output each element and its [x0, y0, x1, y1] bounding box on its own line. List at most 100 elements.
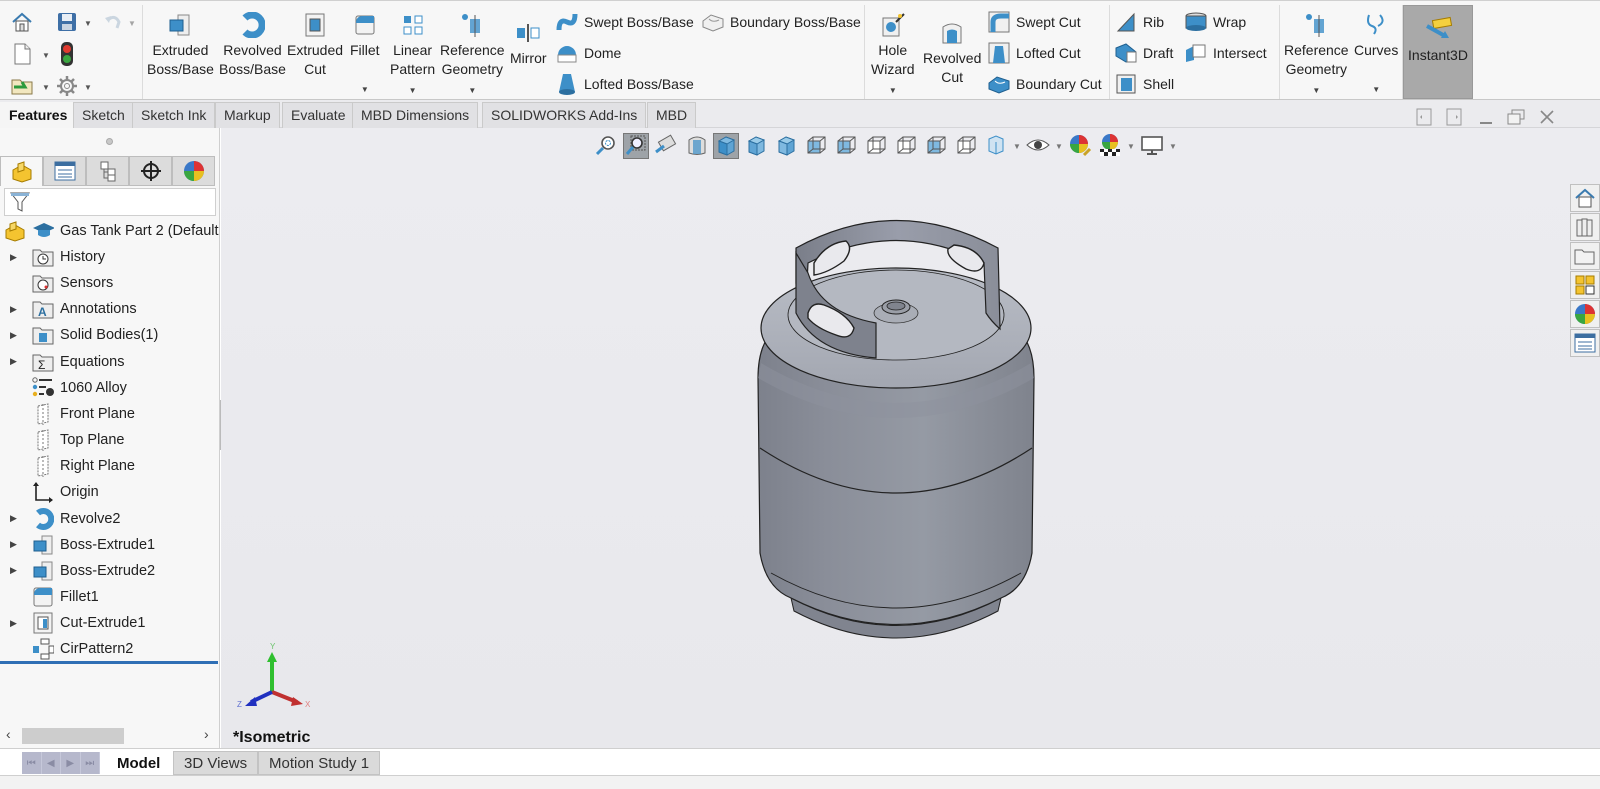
- extruded-cut-button[interactable]: Extruded Cut: [287, 11, 343, 79]
- tree-item-right-plane[interactable]: Right Plane: [0, 453, 220, 479]
- new-document-button[interactable]: [11, 43, 33, 65]
- tab-markup[interactable]: Markup: [215, 102, 280, 128]
- instant3d-button[interactable]: Instant3D: [1403, 5, 1473, 99]
- swept-boss-base-button[interactable]: Swept Boss/Base: [555, 9, 694, 35]
- tab-features[interactable]: Features: [0, 102, 77, 128]
- panel-grip[interactable]: [106, 138, 113, 145]
- curves-dropdown[interactable]: ▼: [1372, 80, 1380, 99]
- tree-item-front-plane[interactable]: Front Plane: [0, 401, 220, 427]
- minimize-button[interactable]: [1475, 106, 1497, 128]
- save-dropdown[interactable]: ▼: [84, 19, 92, 28]
- draft-button[interactable]: Draft: [1114, 40, 1173, 66]
- tab-3d-views[interactable]: 3D Views: [173, 751, 259, 775]
- hole-wizard-dropdown[interactable]: ▼: [889, 81, 897, 100]
- section-view-button[interactable]: [683, 133, 709, 159]
- tab-mbd[interactable]: MBD: [647, 102, 697, 128]
- first-tab-arrow[interactable]: ⏮: [22, 752, 42, 774]
- reference-geometry-button[interactable]: Reference Geometry ▼: [440, 11, 505, 100]
- tree-item-revolve2[interactable]: ▶ Revolve2: [0, 506, 220, 532]
- expand-arrow-icon[interactable]: ▶: [10, 304, 20, 315]
- display-style-button[interactable]: [983, 133, 1009, 159]
- apply-scene-button[interactable]: [1097, 133, 1123, 159]
- tree-item-1060-alloy[interactable]: 1060 Alloy: [0, 375, 220, 401]
- revolved-cut-button[interactable]: Revolved Cut: [923, 19, 981, 87]
- hole-wizard-button[interactable]: Hole Wizard ▼: [871, 11, 915, 100]
- tree-item-boss-extrude1[interactable]: ▶ Boss-Extrude1: [0, 532, 220, 558]
- expand-arrow-icon[interactable]: ▶: [10, 330, 20, 341]
- tree-item-cut-extrude1[interactable]: ▶ Cut-Extrude1: [0, 610, 220, 636]
- tab-sketch-ink[interactable]: Sketch Ink: [132, 102, 216, 128]
- mirror-button[interactable]: Mirror: [510, 19, 547, 68]
- tree-item-annotations[interactable]: ▶ A Annotations: [0, 296, 220, 322]
- bottom-view-button[interactable]: [893, 133, 919, 159]
- task-pane-view-palette-tab[interactable]: [1570, 271, 1600, 299]
- right-view-button[interactable]: [833, 133, 859, 159]
- revolved-boss-base-button[interactable]: Revolved Boss/Base: [219, 11, 286, 79]
- dimxpert-manager-tab[interactable]: [129, 156, 172, 186]
- prev-tab-arrow[interactable]: ◀: [42, 752, 61, 774]
- tree-item-fillet1[interactable]: Fillet1: [0, 584, 220, 610]
- dimetric-view-button[interactable]: [953, 133, 979, 159]
- previous-view-button[interactable]: [653, 133, 679, 159]
- close-button[interactable]: [1536, 106, 1558, 128]
- shell-button[interactable]: Shell: [1114, 71, 1174, 97]
- tree-item-history[interactable]: ▶ History: [0, 244, 220, 270]
- feature-manager-tab[interactable]: [0, 156, 43, 186]
- rollback-bar[interactable]: [0, 661, 218, 664]
- fillet-button[interactable]: Fillet ▼: [350, 11, 380, 99]
- trimetric-view-button[interactable]: [923, 133, 949, 159]
- open-button[interactable]: [11, 75, 33, 97]
- rebuild-button[interactable]: [56, 42, 78, 66]
- intersect-button[interactable]: Intersect: [1184, 40, 1267, 66]
- save-button[interactable]: [56, 11, 78, 33]
- tree-item-cirpattern2[interactable]: CirPattern2: [0, 636, 220, 662]
- tree-item-solid-bodies-1[interactable]: ▶ Solid Bodies(1): [0, 322, 220, 348]
- fillet-dropdown[interactable]: ▼: [361, 80, 369, 99]
- tab-mbd-dimensions[interactable]: MBD Dimensions: [352, 102, 479, 128]
- expand-arrow-icon[interactable]: ▶: [10, 539, 20, 550]
- scroll-right-arrow[interactable]: ›: [204, 726, 209, 742]
- gas-tank-model[interactable]: [736, 203, 1056, 663]
- curves-button[interactable]: Curves ▼: [1354, 11, 1398, 99]
- boundary-cut-button[interactable]: Boundary Cut: [987, 71, 1102, 97]
- expand-arrow-icon[interactable]: ▶: [10, 618, 20, 629]
- zoom-to-fit-button[interactable]: [593, 133, 619, 159]
- isometric-view-button[interactable]: [713, 133, 739, 159]
- wrap-button[interactable]: Wrap: [1184, 9, 1246, 35]
- display-style-dropdown[interactable]: ▼: [1013, 142, 1021, 151]
- expand-arrow-icon[interactable]: ▶: [10, 356, 20, 367]
- edit-appearance-button[interactable]: [1067, 133, 1093, 159]
- expand-arrow-icon[interactable]: ▶: [10, 252, 20, 263]
- reference-geometry-2-dropdown[interactable]: ▼: [1312, 81, 1320, 100]
- lofted-boss-base-button[interactable]: Lofted Boss/Base: [555, 71, 694, 97]
- tree-item-origin[interactable]: Origin: [0, 479, 220, 505]
- tree-item-top-plane[interactable]: Top Plane: [0, 427, 220, 453]
- options-dropdown[interactable]: ▼: [84, 83, 92, 92]
- view-settings-dropdown[interactable]: ▼: [1169, 142, 1177, 151]
- top-view-button[interactable]: [863, 133, 889, 159]
- task-pane-file-explorer-tab[interactable]: [1570, 242, 1600, 270]
- hide-show-dropdown[interactable]: ▼: [1055, 142, 1063, 151]
- expand-arrow-icon[interactable]: ▶: [10, 565, 20, 576]
- options-button[interactable]: [56, 75, 78, 97]
- display-manager-tab[interactable]: [172, 156, 215, 186]
- tree-item-equations[interactable]: ▶ Σ Equations: [0, 349, 220, 375]
- left-view-button[interactable]: [803, 133, 829, 159]
- tab-motion-study-1[interactable]: Motion Study 1: [258, 751, 381, 775]
- tab-solidworks-add-ins[interactable]: SOLIDWORKS Add-Ins: [482, 102, 647, 128]
- task-pane-custom-properties-tab[interactable]: [1570, 329, 1600, 357]
- tree-item-sensors[interactable]: Sensors: [0, 270, 220, 296]
- swept-cut-button[interactable]: Swept Cut: [987, 9, 1081, 35]
- view-settings-button[interactable]: [1139, 133, 1165, 159]
- lofted-cut-button[interactable]: Lofted Cut: [987, 40, 1081, 66]
- front-view-button[interactable]: [743, 133, 769, 159]
- home-button[interactable]: [11, 11, 33, 33]
- task-pane-resources-tab[interactable]: [1570, 184, 1600, 212]
- task-pane-appearances-tab[interactable]: [1570, 300, 1600, 328]
- tab-evaluate[interactable]: Evaluate: [282, 102, 355, 128]
- hide-show-button[interactable]: [1025, 133, 1051, 159]
- apply-scene-dropdown[interactable]: ▼: [1127, 142, 1135, 151]
- property-manager-tab[interactable]: [43, 156, 86, 186]
- configuration-manager-tab[interactable]: [86, 156, 129, 186]
- scroll-left-arrow[interactable]: ‹: [6, 726, 11, 742]
